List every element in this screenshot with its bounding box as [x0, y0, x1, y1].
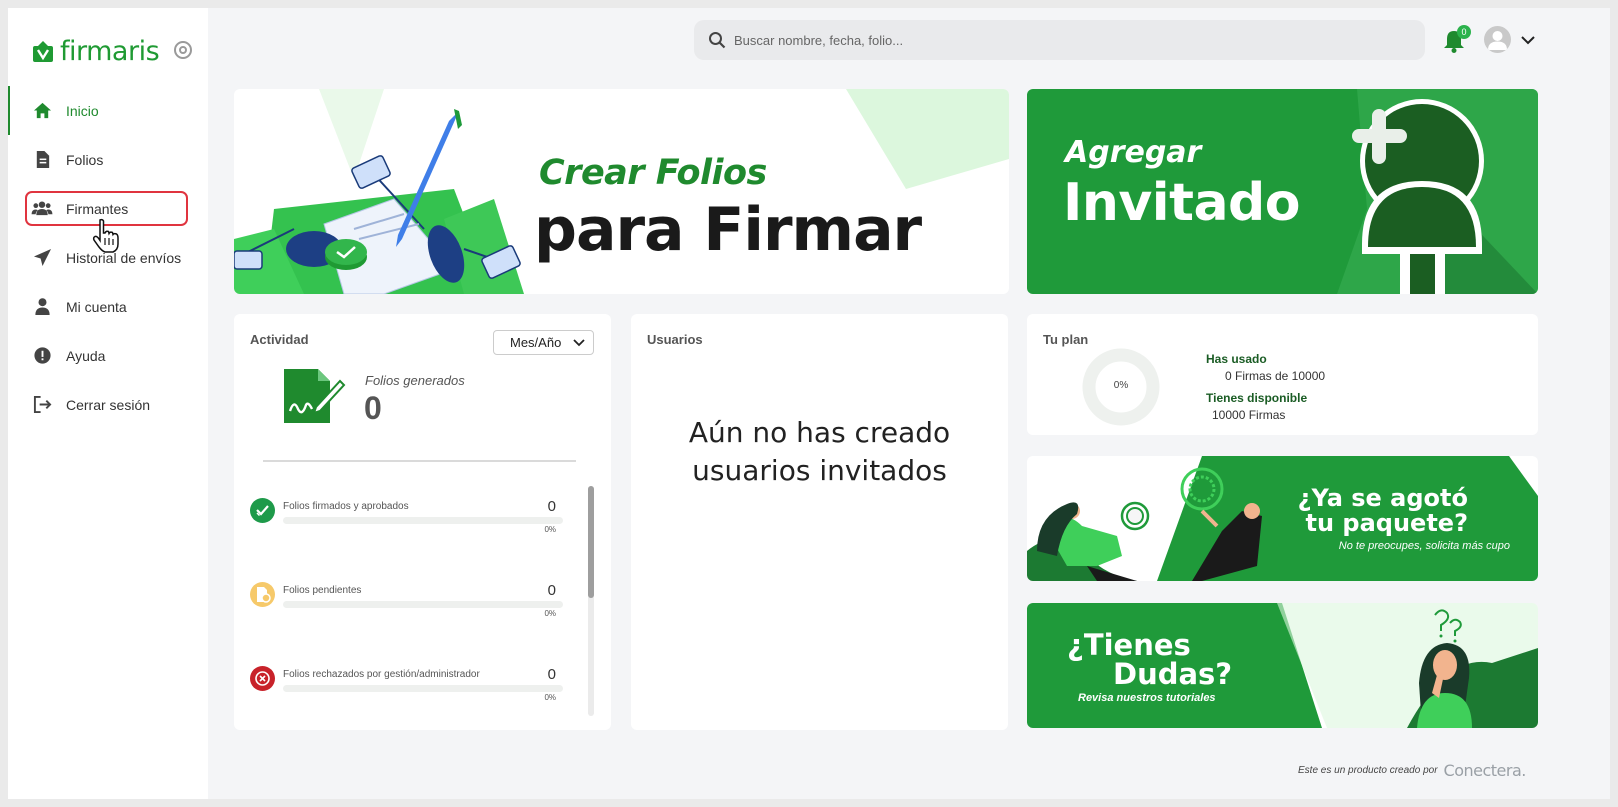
dudas-banner[interactable]: ¿Tienes Dudas? Revisa nuestros tutoriale…: [1027, 603, 1538, 728]
search-placeholder: Buscar nombre, fecha, folio...: [734, 32, 904, 48]
actividad-title: Actividad: [250, 332, 309, 347]
empty-line1: Aún no has creado: [688, 416, 951, 449]
user-icon: [35, 298, 50, 316]
pin-sidebar-icon[interactable]: [174, 41, 192, 59]
sidebar-item-folios[interactable]: Folios: [8, 135, 208, 184]
stat-pendientes: Folios pendientes 0 0%: [250, 582, 564, 622]
invitado-banner-line2: Invitado: [1063, 173, 1300, 233]
period-select-value: Mes/Año: [510, 335, 562, 350]
stat-value: 0: [547, 498, 556, 515]
search-icon: [709, 32, 726, 49]
crear-banner-line1: Crear Folios: [539, 153, 767, 193]
document-icon: [36, 150, 50, 169]
invitado-banner-line1: Agregar: [1065, 135, 1202, 170]
app-window: firmaris Inicio Folios Firmantes Histori…: [8, 8, 1610, 799]
sidebar-item-inicio[interactable]: Inicio: [8, 86, 208, 135]
default-avatar-icon: [1488, 31, 1507, 50]
sidebar-item-label: Mi cuenta: [66, 298, 127, 315]
avatar[interactable]: [1484, 26, 1511, 53]
divider: [263, 460, 576, 462]
check-icon: [250, 498, 275, 523]
sidebar-item-label: Folios: [66, 151, 104, 168]
sidebar-item-label: Historial de envíos: [66, 249, 182, 266]
folios-generados-value: 0: [364, 390, 382, 426]
send-icon: [33, 248, 52, 267]
firmaris-logo-icon: [33, 40, 53, 62]
footer: Este es un producto creado por Conectera…: [1298, 761, 1526, 780]
notification-badge: 0: [1457, 25, 1471, 39]
dudas-banner-title: ¿Tienes Dudas?: [1067, 631, 1232, 689]
period-select[interactable]: Mes/Año: [493, 330, 594, 355]
actividad-card: Actividad Mes/Año Folios generados 0 Fol…: [234, 314, 611, 730]
dudas-line2: Dudas?: [1113, 657, 1233, 691]
progress-bar: [283, 685, 563, 692]
sidebar-item-label: Cerrar sesión: [66, 396, 151, 413]
plan-used-heading: Has usado: [1206, 352, 1267, 366]
sidebar-item-ayuda[interactable]: Ayuda: [8, 331, 208, 380]
stat-rechazados: Folios rechazados por gestión/administra…: [250, 666, 564, 706]
usuarios-empty-message: Aún no has creado usuarios invitados: [631, 414, 1008, 490]
brand-name: firmaris: [60, 36, 160, 67]
crear-banner-line2: para Firmar: [534, 195, 922, 265]
home-icon: [33, 102, 52, 119]
stat-percent: 0%: [544, 609, 556, 618]
search-bar[interactable]: Buscar nombre, fecha, folio...: [694, 20, 1425, 60]
logout-icon: [33, 395, 52, 414]
dudas-banner-subtitle: Revisa nuestros tutoriales: [1078, 692, 1216, 704]
paquete-banner-subtitle: No te preocupes, solicita más cupo: [1338, 540, 1510, 552]
clock-document-icon: [250, 582, 275, 607]
sidebar-nav: Inicio Folios Firmantes Historial de env…: [8, 86, 208, 429]
usuarios-title: Usuarios: [647, 332, 703, 347]
close-circle-icon: [250, 666, 275, 691]
progress-bar: [283, 601, 563, 608]
footer-text: Este es un producto creado por: [1298, 765, 1438, 776]
hand-pointer-cursor-icon: [92, 218, 119, 253]
empty-line2: usuarios invitados: [692, 454, 947, 487]
paquete-banner-title: ¿Ya se agotó tu paquete?: [1298, 486, 1468, 536]
chevron-down-icon[interactable]: [1520, 34, 1536, 46]
paquete-banner[interactable]: ¿Ya se agotó tu paquete? No te preocupes…: [1027, 456, 1538, 581]
sidebar-item-cerrar-sesion[interactable]: Cerrar sesión: [8, 380, 208, 429]
folios-generados-label: Folios generados: [365, 373, 465, 388]
plan-available-value: 10000 Firmas: [1212, 408, 1286, 422]
plan-available-heading: Tienes disponible: [1206, 391, 1308, 405]
chevron-down-icon: [573, 339, 585, 347]
info-icon: [34, 347, 51, 364]
plan-used-value: 0 Firmas de 10000: [1225, 369, 1326, 383]
stat-percent: 0%: [544, 693, 556, 702]
sidebar-item-mi-cuenta[interactable]: Mi cuenta: [8, 282, 208, 331]
progress-bar: [283, 517, 563, 524]
dudas-line1: ¿Tienes: [1067, 628, 1191, 662]
stat-percent: 0%: [544, 525, 556, 534]
stat-label: Folios pendientes: [283, 585, 362, 596]
stat-value: 0: [547, 666, 556, 683]
paquete-line2: tu paquete?: [1305, 509, 1468, 537]
sidebar-item-label: Ayuda: [66, 347, 106, 364]
agregar-invitado-banner[interactable]: Agregar Invitado: [1027, 89, 1538, 294]
plan-card: Tu plan 0% Has usado 0 Firmas de 10000 T…: [1027, 314, 1538, 435]
ring-percent: 0%: [1113, 380, 1129, 391]
stat-label: Folios firmados y aprobados: [283, 501, 409, 512]
crear-folios-banner[interactable]: Crear Folios para Firmar: [234, 89, 1009, 294]
scrollbar-thumb[interactable]: [588, 486, 594, 598]
brand-logo[interactable]: firmaris: [32, 36, 160, 67]
plan-title: Tu plan: [1043, 332, 1089, 347]
footer-brand[interactable]: Conectera.: [1444, 761, 1527, 780]
usuarios-card: Usuarios Aún no has creado usuarios invi…: [631, 314, 1008, 730]
sidebar: firmaris Inicio Folios Firmantes Histori…: [8, 8, 208, 799]
stat-value: 0: [547, 582, 556, 599]
stat-label: Folios rechazados por gestión/administra…: [283, 669, 480, 680]
sidebar-item-label: Inicio: [66, 102, 99, 119]
paquete-line1: ¿Ya se agotó: [1297, 484, 1468, 512]
signed-document-icon: [284, 369, 346, 423]
stat-firmados: Folios firmados y aprobados 0 0%: [250, 498, 564, 538]
